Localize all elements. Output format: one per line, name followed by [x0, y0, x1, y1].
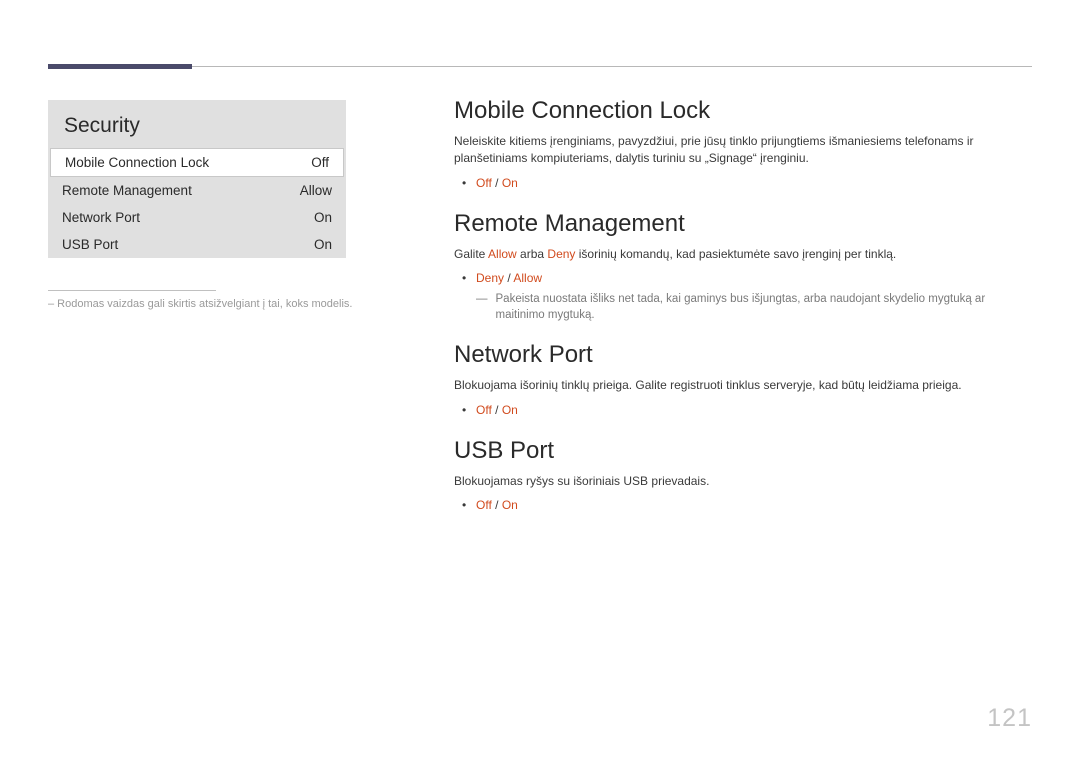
- option-off: Off: [476, 403, 492, 417]
- menu-item-label: Mobile Connection Lock: [65, 155, 209, 170]
- section-usb-port: USB Port Blokuojamas ryšys su išoriniais…: [454, 437, 1032, 514]
- menu-title: Security: [48, 100, 346, 148]
- top-divider: [48, 66, 1032, 67]
- option-item: Off / On: [476, 401, 1032, 419]
- menu-item-value: Allow: [300, 183, 332, 198]
- short-rule: [48, 290, 216, 291]
- section-remote-management: Remote Management Galite Allow arba Deny…: [454, 210, 1032, 324]
- option-separator: /: [492, 176, 502, 190]
- option-on: On: [502, 176, 518, 190]
- section-description: Blokuojamas ryšys su išoriniais USB prie…: [454, 473, 1032, 490]
- text-segment: Galite: [454, 247, 488, 261]
- security-menu-panel: Security Mobile Connection Lock Off Remo…: [48, 100, 346, 258]
- menu-item-value: Off: [311, 155, 329, 170]
- menu-item-value: On: [314, 237, 332, 252]
- option-deny: Deny: [476, 271, 504, 285]
- option-separator: /: [504, 271, 513, 285]
- section-description: Neleiskite kitiems įrenginiams, pavyzdži…: [454, 133, 1032, 168]
- subnote-text: Pakeista nuostata išliks net tada, kai g…: [496, 291, 1033, 323]
- menu-item-remote-management[interactable]: Remote Management Allow: [48, 177, 346, 204]
- text-segment: arba: [517, 247, 548, 261]
- option-item: Off / On: [476, 496, 1032, 514]
- option-separator: /: [492, 403, 502, 417]
- option-item: Off / On: [476, 174, 1032, 192]
- term-allow: Allow: [488, 247, 517, 261]
- section-description: Galite Allow arba Deny išorinių komandų,…: [454, 246, 1032, 263]
- menu-item-label: USB Port: [62, 237, 118, 252]
- section-mobile-connection-lock: Mobile Connection Lock Neleiskite kitiem…: [454, 97, 1032, 192]
- section-heading: Network Port: [454, 341, 1032, 369]
- menu-item-label: Remote Management: [62, 183, 192, 198]
- section-heading: Remote Management: [454, 210, 1032, 238]
- menu-item-value: On: [314, 210, 332, 225]
- option-item: Deny / Allow: [476, 269, 1032, 287]
- section-description: Blokuojama išorinių tinklų prieiga. Gali…: [454, 377, 1032, 394]
- option-on: On: [502, 403, 518, 417]
- menu-item-mobile-connection-lock[interactable]: Mobile Connection Lock Off: [50, 148, 344, 177]
- text-segment: išorinių komandų, kad pasiektumėte savo …: [575, 247, 896, 261]
- menu-item-usb-port[interactable]: USB Port On: [48, 231, 346, 258]
- content-area: Mobile Connection Lock Neleiskite kitiem…: [454, 97, 1032, 532]
- term-deny: Deny: [547, 247, 575, 261]
- option-separator: /: [492, 498, 502, 512]
- model-footnote: – Rodomas vaizdas gali skirtis atsižvelg…: [48, 298, 398, 310]
- option-off: Off: [476, 176, 492, 190]
- top-accent-bar: [48, 64, 192, 69]
- section-heading: USB Port: [454, 437, 1032, 465]
- section-heading: Mobile Connection Lock: [454, 97, 1032, 125]
- dash-icon: ―: [476, 291, 488, 323]
- option-list: Off / On: [454, 401, 1032, 419]
- section-network-port: Network Port Blokuojama išorinių tinklų …: [454, 341, 1032, 418]
- option-allow: Allow: [513, 271, 542, 285]
- option-list: Off / On: [454, 496, 1032, 514]
- menu-item-network-port[interactable]: Network Port On: [48, 204, 346, 231]
- option-on: On: [502, 498, 518, 512]
- subnote: ― Pakeista nuostata išliks net tada, kai…: [454, 291, 1032, 323]
- option-off: Off: [476, 498, 492, 512]
- page-number: 121: [987, 704, 1032, 733]
- option-list: Deny / Allow: [454, 269, 1032, 287]
- menu-item-label: Network Port: [62, 210, 140, 225]
- option-list: Off / On: [454, 174, 1032, 192]
